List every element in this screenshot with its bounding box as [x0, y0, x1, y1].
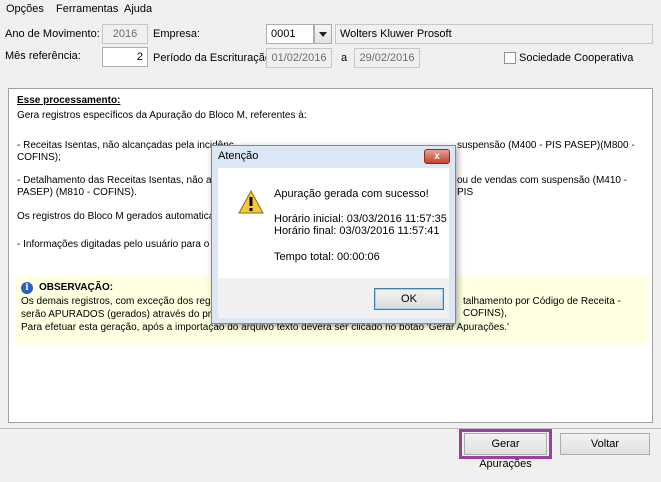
chevron-down-icon: [319, 32, 327, 37]
dialog-tempo-total: Tempo total: 00:00:06: [274, 251, 380, 263]
dialog-horario-final: Horário final: 03/03/2016 11:57:41: [274, 225, 440, 237]
empresa-label: Empresa:: [153, 28, 201, 40]
ano-field[interactable]: 2016: [102, 24, 148, 44]
gerar-apuracoes-button[interactable]: Gerar Apurações: [464, 433, 547, 470]
cooperativa-label: Sociedade Cooperativa: [519, 52, 634, 64]
periodo-label: Período da Escrituração:: [153, 52, 275, 64]
empresa-name-field: Wolters Kluwer Prosoft: [335, 24, 653, 44]
panel-title: Esse processamento:: [17, 95, 121, 106]
dialog-message: Apuração gerada com sucesso!: [274, 188, 429, 200]
menu-ajuda[interactable]: Ajuda: [124, 3, 152, 15]
cooperativa-checkbox[interactable]: [504, 52, 516, 64]
mes-label: Mês referência:: [5, 50, 81, 62]
menu-ferramentas[interactable]: Ferramentas: [56, 3, 118, 15]
panel-line-2-right: suspensão (M400 - PIS PASEP)(M800 -: [457, 140, 635, 151]
ano-label: Ano de Movimento:: [5, 28, 100, 40]
bottom-separator: [0, 428, 661, 429]
menu-opcoes[interactable]: Opções: [6, 3, 44, 15]
close-icon[interactable]: x: [424, 149, 450, 164]
panel-line-1: Gera registros específicos da Apuração d…: [17, 110, 307, 121]
dialog-body: Apuração gerada com sucesso! Horário ini…: [218, 168, 449, 278]
ok-button[interactable]: OK: [374, 288, 444, 310]
atencao-dialog: Atenção x Apuração gerada com sucesso! H…: [211, 145, 456, 324]
warning-icon: [238, 190, 264, 214]
mes-field[interactable]: 2: [102, 47, 148, 67]
voltar-button[interactable]: Voltar: [560, 433, 650, 455]
empresa-code-field[interactable]: 0001: [266, 24, 314, 44]
info-icon: i: [21, 282, 33, 294]
empresa-dropdown-button[interactable]: [314, 24, 332, 44]
periodo-separator: a: [341, 52, 348, 64]
periodo-inicio-field[interactable]: 01/02/2016: [266, 48, 332, 68]
dialog-horario-inicial: Horário inicial: 03/03/2016 11:57:35: [274, 213, 447, 225]
dialog-title: Atenção: [218, 150, 259, 162]
menu-bar: Opções Ferramentas Ajuda: [0, 0, 661, 18]
dialog-footer: OK: [218, 278, 449, 318]
periodo-fim-field[interactable]: 29/02/2016: [354, 48, 420, 68]
